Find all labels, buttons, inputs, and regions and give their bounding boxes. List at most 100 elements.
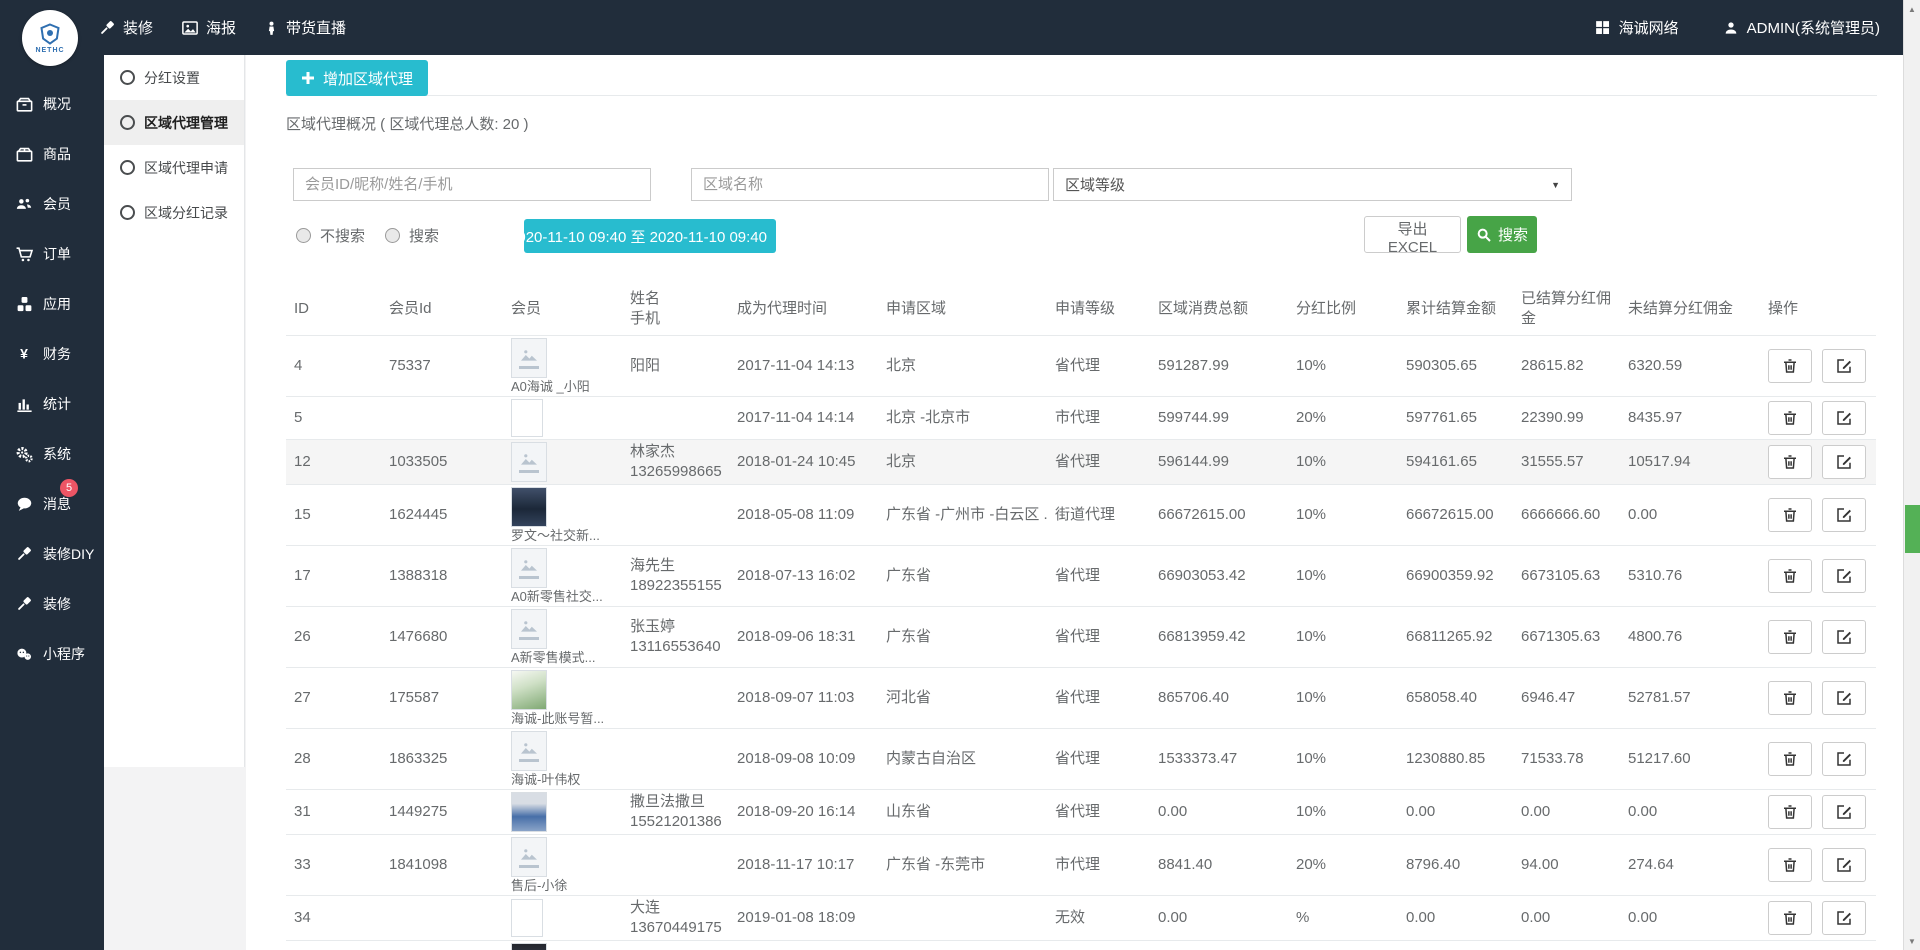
- member-search-input[interactable]: [293, 168, 651, 201]
- delete-button[interactable]: [1768, 742, 1812, 776]
- cell-operations: [1760, 668, 1876, 729]
- delete-button[interactable]: [1768, 901, 1812, 935]
- cell-level: 省代理: [1047, 790, 1150, 835]
- cell-paid-commission: 6666666.60: [1513, 485, 1620, 546]
- cell-agent-time: 2018-01-24 10:45: [729, 440, 878, 485]
- submenu-item-区域代理申请[interactable]: 区域代理申请: [104, 145, 244, 190]
- cell-unpaid-commission: 0.00: [1620, 790, 1760, 835]
- search-button[interactable]: 搜索: [1467, 216, 1537, 253]
- avatar: [511, 731, 547, 771]
- sidebar-item-统计[interactable]: 统计: [0, 379, 104, 429]
- cell-agent-time: 2018-09-07 11:03: [729, 668, 878, 729]
- sidebar-item-装修[interactable]: 装修: [0, 579, 104, 629]
- scrollbar-thumb[interactable]: [1905, 505, 1920, 553]
- cell-paid-commission: [1513, 941, 1620, 950]
- edit-button[interactable]: [1822, 559, 1866, 593]
- radio-no-search[interactable]: [296, 228, 311, 243]
- delete-button[interactable]: [1768, 620, 1812, 654]
- cell-agent-time: 2018-09-08 10:09: [729, 729, 878, 790]
- delete-button[interactable]: [1768, 559, 1812, 593]
- submenu-item-区域代理管理[interactable]: 区域代理管理: [104, 100, 244, 145]
- sidebar-item-label: 应用: [43, 294, 71, 314]
- cell-consume-amount: 865706.40: [1150, 668, 1288, 729]
- table-row: 261476680A新零售模式...张玉婷131165536402018-09-…: [286, 607, 1876, 668]
- edit-button[interactable]: [1822, 901, 1866, 935]
- sidebar-item-小程序[interactable]: 小程序: [0, 629, 104, 679]
- cell-paid-commission: 0.00: [1513, 790, 1620, 835]
- edit-button[interactable]: [1822, 401, 1866, 435]
- cell-paid-commission: 6671305.63: [1513, 607, 1620, 668]
- edit-button[interactable]: [1822, 848, 1866, 882]
- top-nav-item-海报[interactable]: 海报: [181, 17, 236, 38]
- sidebar-item-应用[interactable]: 应用: [0, 279, 104, 329]
- cell-settled-amount: 0.00: [1398, 790, 1513, 835]
- cell-paid-commission: 0.00: [1513, 896, 1620, 941]
- add-region-agent-button[interactable]: 增加区域代理: [286, 60, 428, 96]
- edit-button[interactable]: [1822, 742, 1866, 776]
- cell-agent-time: 2019-01-08 18:09: [729, 896, 878, 941]
- radio-search[interactable]: [385, 228, 400, 243]
- delete-button[interactable]: [1768, 401, 1812, 435]
- delete-button[interactable]: [1768, 795, 1812, 829]
- plus-icon: [301, 71, 315, 85]
- edit-button[interactable]: [1822, 681, 1866, 715]
- avatar: [511, 943, 547, 950]
- cell-name-phone: [622, 835, 729, 896]
- vertical-scrollbar[interactable]: ▲ ▼: [1903, 0, 1920, 950]
- cell-id: 4: [286, 336, 381, 397]
- member-name: 撒旦法撒旦: [630, 792, 721, 812]
- edit-button[interactable]: [1822, 795, 1866, 829]
- sidebar-item-概况[interactable]: 概况: [0, 79, 104, 129]
- delete-button[interactable]: [1768, 848, 1812, 882]
- cell-id: 28: [286, 729, 381, 790]
- edit-button[interactable]: [1822, 498, 1866, 532]
- cell-name-phone: 撒旦法撒旦15521201386: [622, 790, 729, 835]
- delete-button[interactable]: [1768, 498, 1812, 532]
- cell-region: 北京 -北京市: [878, 397, 1047, 440]
- cell-id: 12: [286, 440, 381, 485]
- edit-button[interactable]: [1822, 445, 1866, 479]
- cell-agent-time: 2018-05-08 11:09: [729, 485, 878, 546]
- sidebar-item-系统[interactable]: 系统: [0, 429, 104, 479]
- sidebar-item-装修DIY[interactable]: 装修DIY: [0, 529, 104, 579]
- cell-name-phone: [622, 941, 729, 950]
- submenu-item-label: 区域代理申请: [144, 158, 228, 178]
- column-header: 会员Id: [381, 283, 503, 336]
- store-network-item[interactable]: 海诚网络: [1594, 17, 1679, 38]
- region-name-input[interactable]: [691, 168, 1049, 201]
- hammer-icon: [98, 19, 116, 37]
- cell-dividend-ratio: 10%: [1288, 668, 1398, 729]
- message-icon: [14, 494, 34, 514]
- delete-button[interactable]: [1768, 445, 1812, 479]
- cell-member: 海诚-此账号暂...: [503, 668, 622, 729]
- submenu-item-分红设置[interactable]: 分红设置: [104, 55, 244, 100]
- sidebar-item-财务[interactable]: ¥财务: [0, 329, 104, 379]
- scroll-down-arrow[interactable]: ▼: [1904, 933, 1920, 949]
- add-region-agent-label: 增加区域代理: [323, 68, 413, 89]
- edit-button[interactable]: [1822, 349, 1866, 383]
- edit-button[interactable]: [1822, 620, 1866, 654]
- export-excel-button[interactable]: 导出 EXCEL: [1364, 216, 1461, 253]
- delete-button[interactable]: [1768, 349, 1812, 383]
- admin-user-item[interactable]: ADMIN(系统管理员): [1723, 17, 1880, 38]
- submenu-item-区域分红记录[interactable]: 区域分红记录: [104, 190, 244, 235]
- sidebar-item-会员[interactable]: 会员: [0, 179, 104, 229]
- scroll-up-arrow[interactable]: ▲: [1904, 1, 1920, 17]
- sidebar-item-label: 商品: [43, 144, 71, 164]
- logo[interactable]: NETHC: [22, 10, 78, 66]
- column-header: 未结算分红佣金: [1620, 283, 1760, 336]
- goods-box-icon: [14, 144, 34, 164]
- date-range-button[interactable]: 2020-11-10 09:40 至 2020-11-10 09:40: [524, 219, 776, 253]
- cell-dividend-ratio: [1288, 941, 1398, 950]
- region-level-select[interactable]: 区域等级 ▼: [1053, 168, 1572, 201]
- sidebar-item-消息[interactable]: 消息5: [0, 479, 104, 529]
- top-nav-item-装修[interactable]: 装修: [98, 17, 153, 38]
- cell-settled-amount: 66811265.92: [1398, 607, 1513, 668]
- top-nav-item-带货直播[interactable]: 带货直播: [264, 17, 346, 38]
- sidebar-item-订单[interactable]: 订单: [0, 229, 104, 279]
- column-header: 申请区域: [878, 283, 1047, 336]
- delete-button[interactable]: [1768, 681, 1812, 715]
- yen-icon: ¥: [14, 344, 34, 364]
- sidebar-item-商品[interactable]: 商品: [0, 129, 104, 179]
- cell-member: A新零售模式...: [503, 607, 622, 668]
